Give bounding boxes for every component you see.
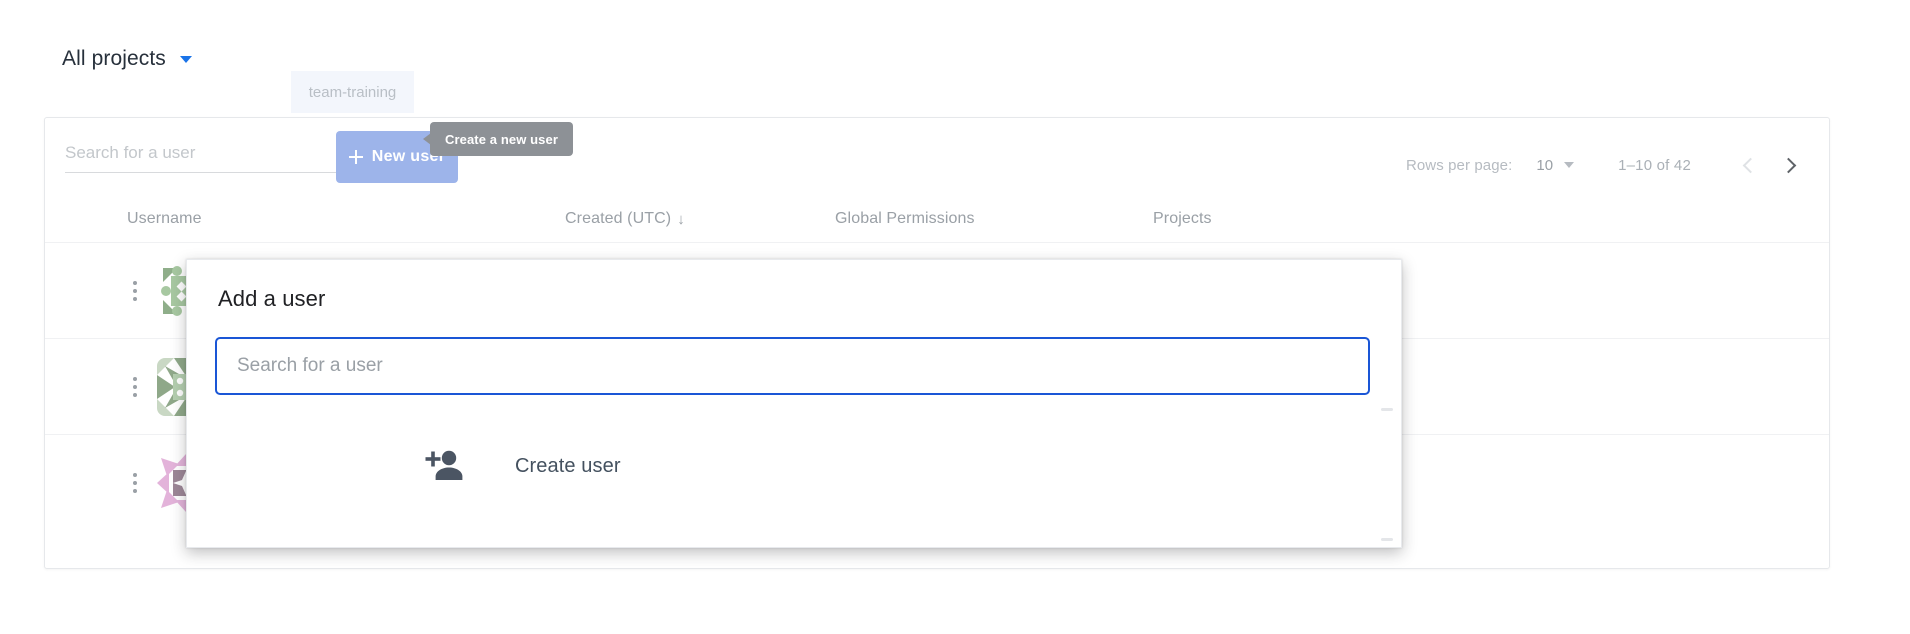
column-header-created-label: Created (UTC) xyxy=(565,210,672,227)
rows-per-page-select[interactable]: 10 xyxy=(1536,156,1575,174)
new-user-dropdown-item[interactable]: team-training xyxy=(291,68,414,113)
more-vert-icon[interactable] xyxy=(125,376,145,397)
add-user-dialog: Add a user Create user xyxy=(186,259,1402,548)
user-search-field[interactable] xyxy=(65,143,337,173)
column-header-username[interactable]: Username xyxy=(127,210,202,228)
tooltip-text: Create a new user xyxy=(445,131,558,147)
new-user-dropdown-item-label: team-training xyxy=(308,83,397,101)
column-header-created[interactable]: Created (UTC) ↓ xyxy=(565,210,685,228)
search-input[interactable] xyxy=(65,143,337,172)
column-header-projects[interactable]: Projects xyxy=(1153,210,1212,228)
previous-page-button[interactable] xyxy=(1727,144,1769,186)
column-header-global-permissions[interactable]: Global Permissions xyxy=(835,210,975,228)
dialog-search-field[interactable] xyxy=(215,337,1370,395)
next-page-button[interactable] xyxy=(1769,144,1811,186)
pagination-range: 1–10 of 42 xyxy=(1618,156,1691,174)
new-user-tooltip: Create a new user xyxy=(423,122,573,156)
users-toolbar: New user Rows per page: 10 1–10 of 42 xyxy=(45,118,1829,196)
sort-descending-icon: ↓ xyxy=(677,210,685,228)
chevron-down-icon xyxy=(179,55,192,63)
table-header-row: Username Created (UTC) ↓ Global Permissi… xyxy=(45,196,1829,242)
dialog-search-input[interactable] xyxy=(217,339,1368,393)
dialog-title: Add a user xyxy=(218,286,326,311)
create-user-option[interactable]: Create user xyxy=(187,434,1401,498)
project-selector[interactable]: All projects xyxy=(62,47,192,71)
scroll-indicator-bottom xyxy=(1381,538,1393,541)
rows-per-page-label: Rows per page: xyxy=(1405,156,1513,174)
chevron-left-icon xyxy=(1742,157,1758,173)
plus-icon xyxy=(348,150,363,164)
chevron-right-icon xyxy=(1780,157,1796,173)
search-underline xyxy=(65,172,337,173)
scroll-indicator-top xyxy=(1381,408,1393,411)
pagination: Rows per page: 10 1–10 of 42 xyxy=(1406,144,1811,186)
project-selector-label: All projects xyxy=(62,47,166,70)
more-vert-icon[interactable] xyxy=(125,472,145,493)
person-add-icon xyxy=(425,449,465,483)
more-vert-icon[interactable] xyxy=(125,280,145,301)
rows-per-page-value: 10 xyxy=(1536,156,1554,174)
create-user-label: Create user xyxy=(515,454,621,477)
page-root: All projects New user Rows per page: 10 … xyxy=(0,0,1910,634)
tooltip-arrow-icon xyxy=(423,133,431,145)
chevron-down-icon xyxy=(1564,162,1575,168)
